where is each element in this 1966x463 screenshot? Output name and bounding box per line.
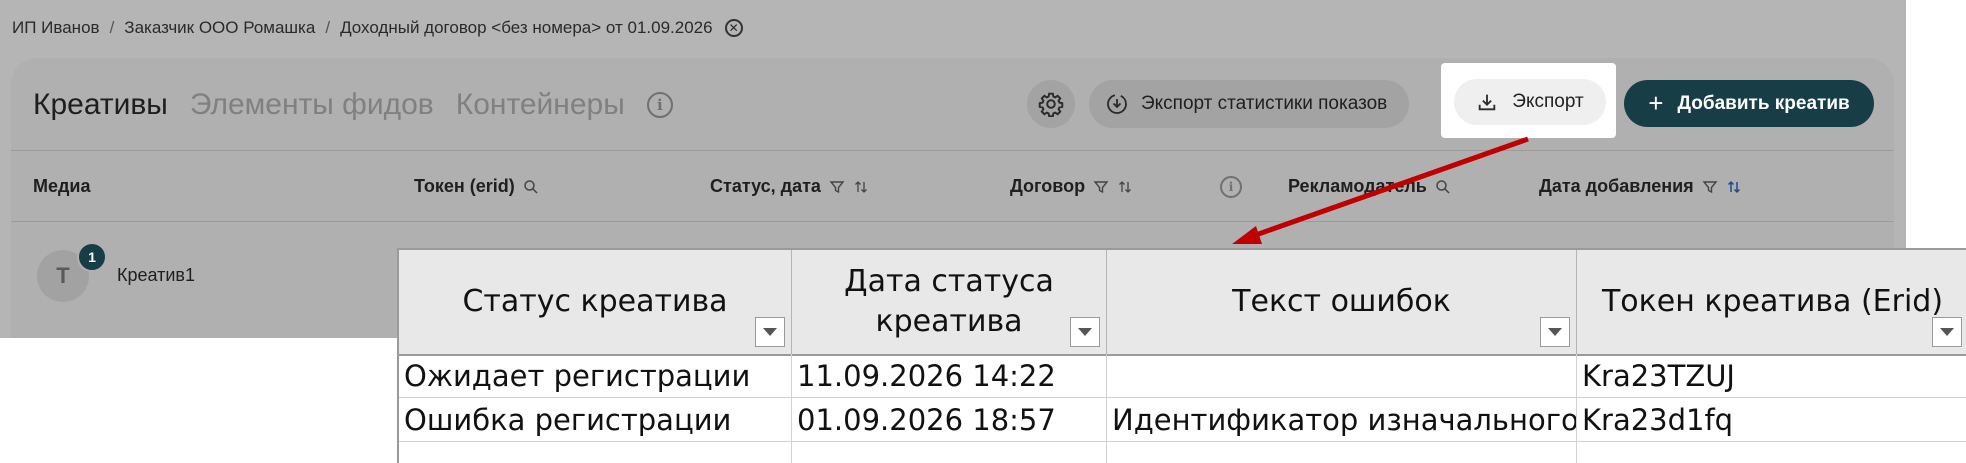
filter-icon[interactable]: [829, 179, 845, 195]
col-date-added-label: Дата добавления: [1539, 176, 1694, 196]
breadcrumb-separator: /: [325, 18, 331, 37]
sheet-cell[interactable]: Ожидает регистрации: [399, 354, 792, 398]
filter-dropdown-icon[interactable]: [1932, 317, 1962, 347]
export-spreadsheet: Статус креатива Дата статуса креатива Те…: [397, 248, 1966, 463]
sheet-cell[interactable]: Kra23d1fq: [1577, 398, 1966, 442]
col-token: Токен (erid): [414, 176, 539, 197]
col-contract: Договор: [1010, 176, 1133, 197]
table-header: Медиа Токен (erid) Статус, дата Договор …: [11, 150, 1894, 222]
sheet-row: Ошибка регистрации 01.09.2026 18:57 Иден…: [399, 398, 1966, 442]
col-media: Медиа: [33, 176, 91, 197]
search-icon[interactable]: [523, 179, 539, 195]
breadcrumb-item-contract: Доходный договор <без номера> от 01.09.2…: [340, 18, 713, 37]
close-icon[interactable]: ✕: [724, 19, 743, 37]
sheet-cell[interactable]: [1107, 442, 1577, 463]
sheet-cell[interactable]: [792, 442, 1107, 463]
sheet-cell[interactable]: [1107, 354, 1577, 398]
breadcrumb: ИП Иванов / Заказчик ООО Ромашка / Доход…: [12, 16, 743, 40]
sheet-cell[interactable]: [399, 442, 792, 463]
col-advertiser: Рекламодатель: [1288, 176, 1451, 197]
sheet-header-status: Статус креатива: [462, 283, 728, 319]
sort-icon[interactable]: [853, 179, 869, 195]
col-status: Статус, дата: [710, 176, 869, 197]
creative-name[interactable]: Креатив1: [117, 265, 195, 286]
sheet-cell[interactable]: Идентификатор изначального д: [1107, 398, 1577, 442]
filter-dropdown-icon[interactable]: [755, 317, 785, 347]
breadcrumb-item-customer[interactable]: Заказчик ООО Ромашка: [124, 18, 315, 38]
sheet-cell[interactable]: 01.09.2026 18:57: [792, 398, 1107, 442]
sheet-header-token: Токен креатива (Erid): [1601, 283, 1944, 319]
col-info: i: [1220, 176, 1242, 198]
filter-dropdown-icon[interactable]: [1540, 317, 1570, 347]
sheet-header-cell[interactable]: Дата статуса креатива: [792, 250, 1107, 354]
sheet-header-cell[interactable]: Токен креатива (Erid): [1577, 250, 1966, 354]
col-status-label: Статус, дата: [710, 176, 821, 196]
sheet-header-cell[interactable]: Текст ошибок: [1107, 250, 1577, 354]
sheet-cell[interactable]: Kra23TZUJ: [1577, 354, 1966, 398]
col-advertiser-label: Рекламодатель: [1288, 176, 1427, 196]
sheet-cell[interactable]: 11.09.2026 14:22: [792, 354, 1107, 398]
sheet-header-status-date: Дата статуса креатива: [844, 263, 1054, 340]
info-icon[interactable]: i: [1220, 176, 1242, 198]
sheet-header-errors: Текст ошибок: [1232, 283, 1451, 319]
sort-icon[interactable]: [1726, 179, 1742, 195]
filter-icon[interactable]: [1702, 179, 1718, 195]
col-contract-label: Договор: [1010, 176, 1086, 196]
col-token-label: Токен (erid): [414, 176, 515, 196]
filter-icon[interactable]: [1093, 179, 1109, 195]
sheet-row: Ожидает регистрации 11.09.2026 14:22 Kra…: [399, 354, 1966, 398]
search-icon[interactable]: [1435, 179, 1451, 195]
sheet-row: [399, 442, 1966, 463]
count-badge: 1: [77, 242, 107, 272]
breadcrumb-item-company[interactable]: ИП Иванов: [12, 18, 100, 38]
sort-icon[interactable]: [1117, 179, 1133, 195]
sheet-header-cell[interactable]: Статус креатива: [399, 250, 792, 354]
spreadsheet-header: Статус креатива Дата статуса креатива Те…: [399, 250, 1966, 356]
col-media-label: Медиа: [33, 176, 91, 196]
filter-dropdown-icon[interactable]: [1070, 317, 1100, 347]
sheet-cell[interactable]: Ошибка регистрации: [399, 398, 792, 442]
breadcrumb-separator: /: [109, 18, 115, 37]
sheet-cell[interactable]: [1577, 442, 1966, 463]
col-date-added: Дата добавления: [1539, 176, 1742, 197]
